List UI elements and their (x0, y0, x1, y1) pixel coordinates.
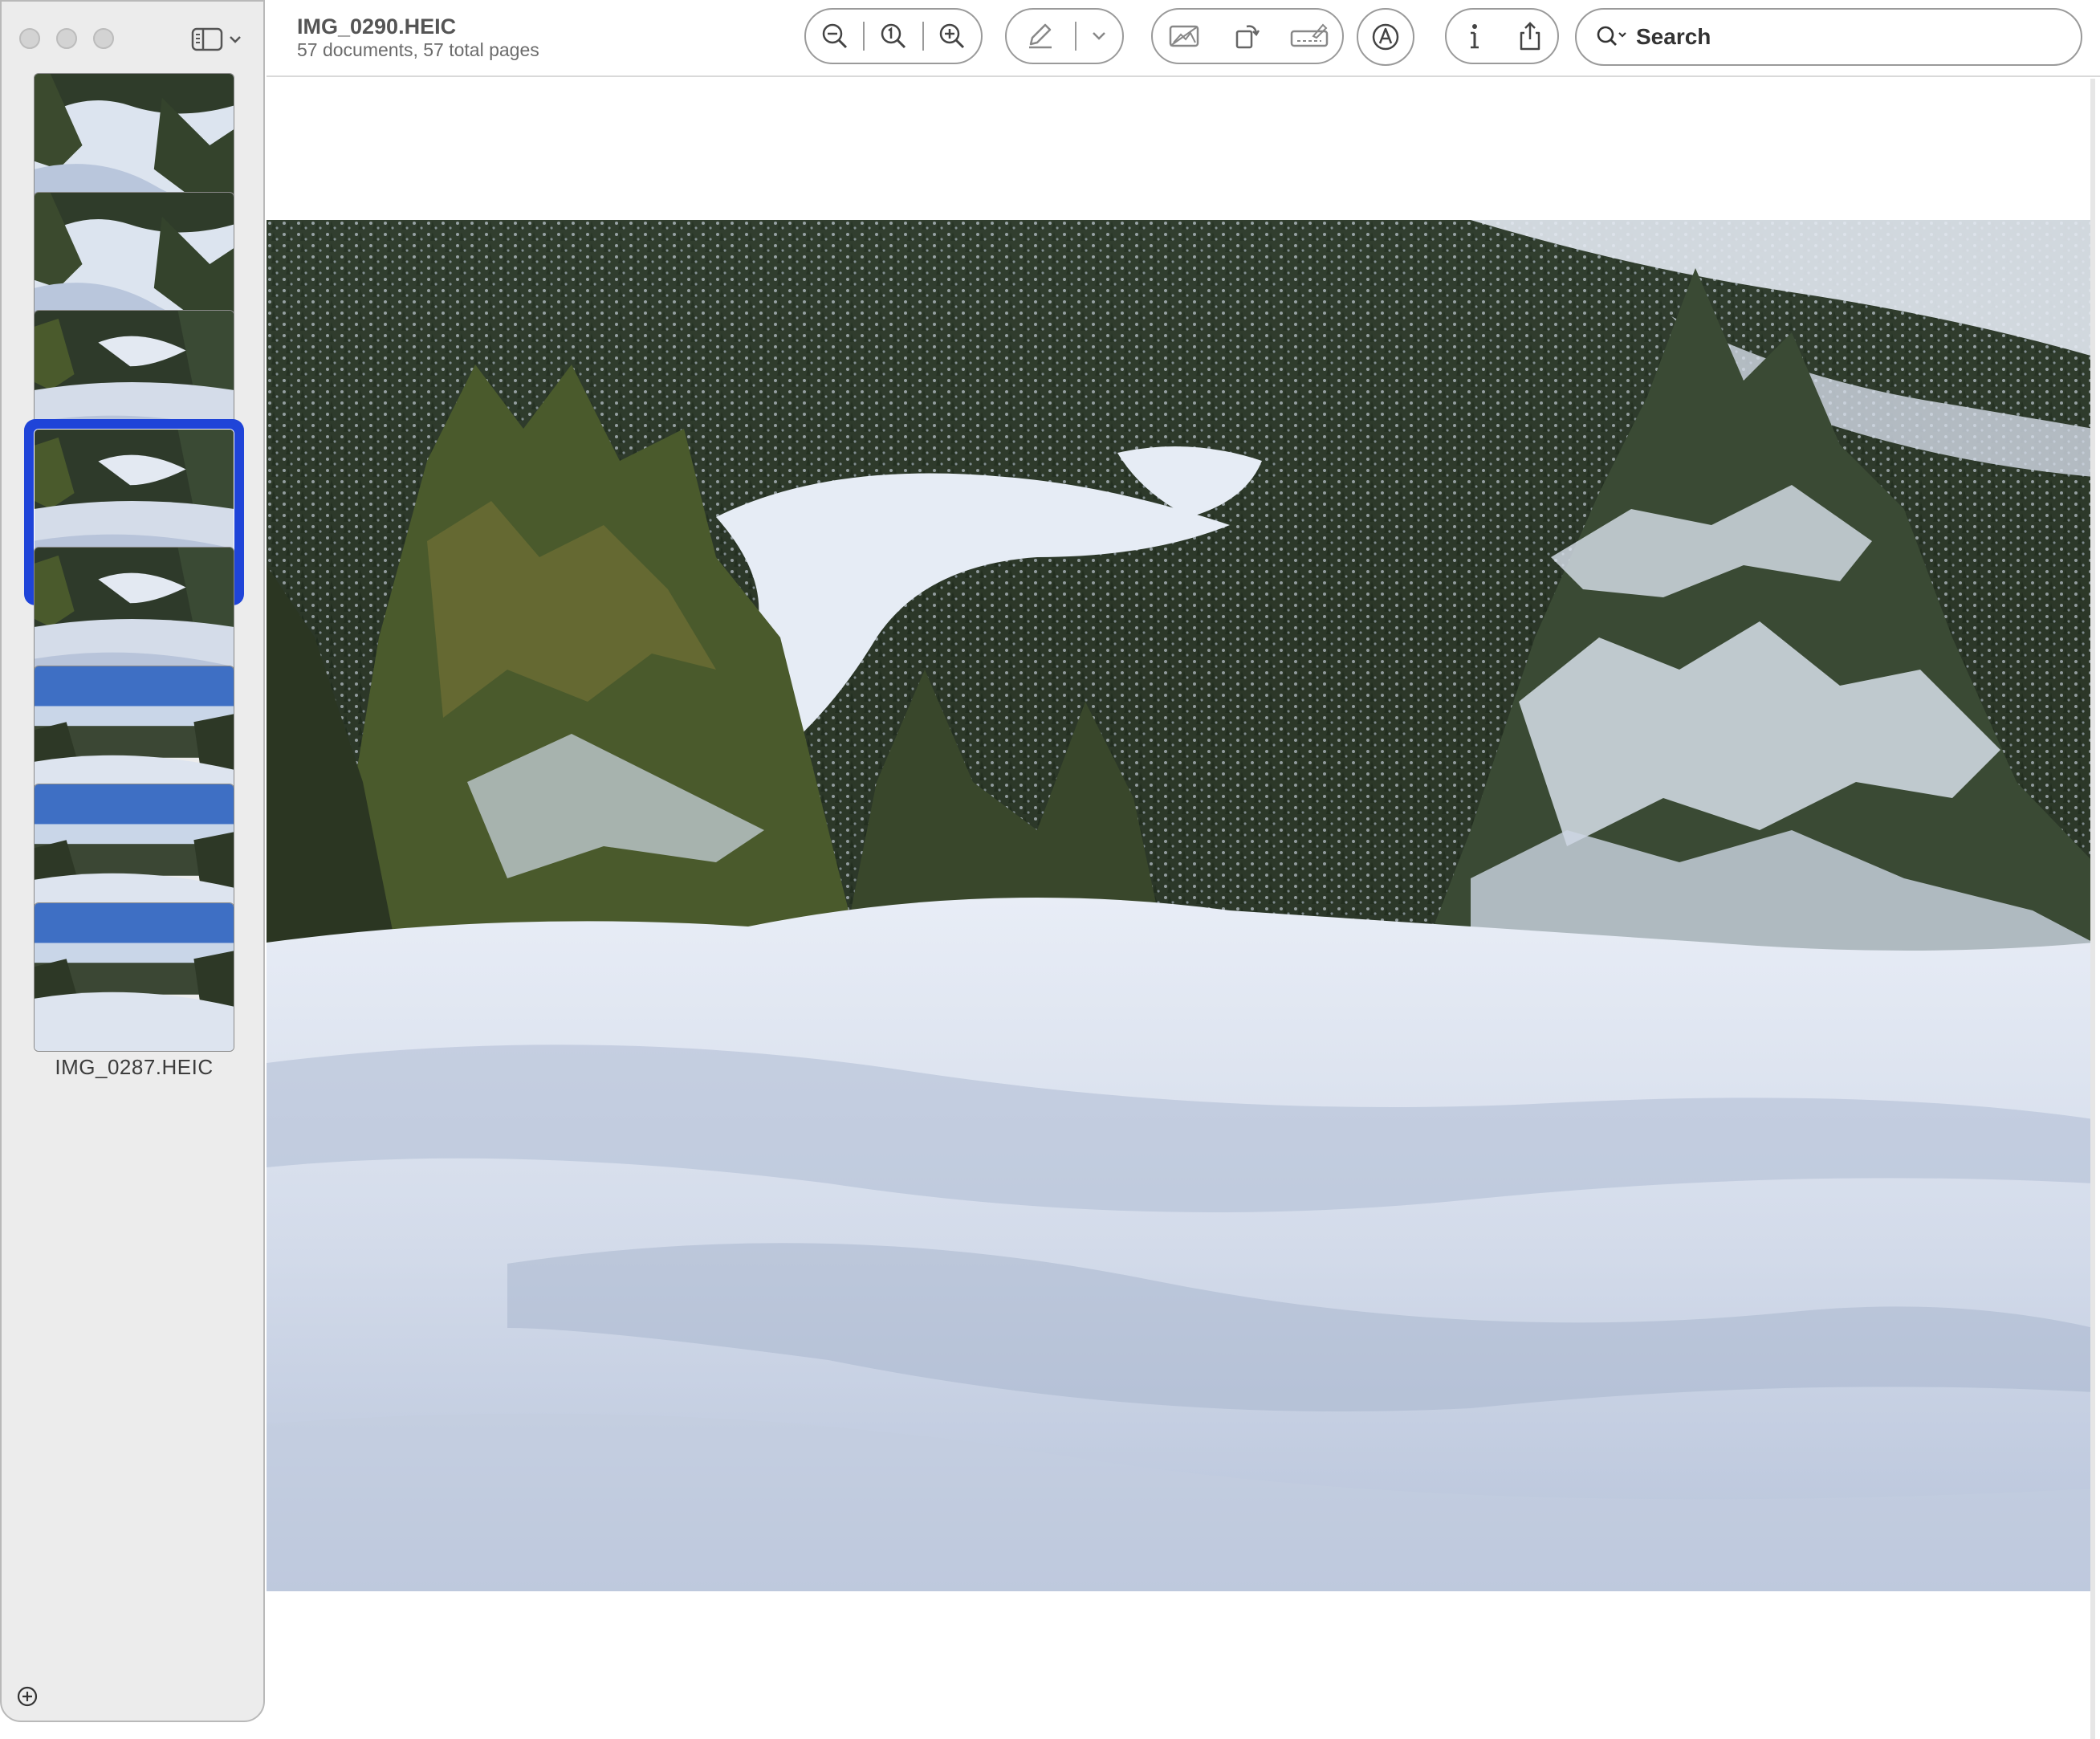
share-icon (1520, 22, 1540, 51)
sidebar-icon (191, 27, 223, 51)
add-circle-icon[interactable] (16, 1685, 39, 1708)
chevron-down-icon (230, 36, 241, 43)
markup-button[interactable] (1007, 10, 1075, 63)
close-window-button[interactable] (19, 28, 40, 49)
crop-icon (1290, 23, 1329, 47)
thumbnail-item[interactable]: IMG_0287.HEIC (24, 893, 244, 1079)
minimize-window-button[interactable] (56, 28, 77, 49)
actual-size-button[interactable] (865, 10, 922, 63)
annotate-button[interactable] (1357, 8, 1414, 66)
search-input[interactable] (1636, 24, 2053, 50)
crop-button[interactable] (1278, 10, 1341, 63)
share-button[interactable] (1502, 10, 1557, 63)
adjust-color-icon (1169, 25, 1199, 47)
sidebar: IMG_0291.HEICIMG_0292.HEICIMG_0289.HEICI… (0, 0, 265, 1722)
rotate-button[interactable] (1215, 10, 1278, 63)
zoom-controls (804, 8, 983, 64)
zoom-out-icon (822, 23, 847, 49)
thumbnail-image (34, 902, 234, 1052)
search-field[interactable] (1575, 8, 2082, 66)
document-subtitle: 57 documents, 57 total pages (297, 39, 539, 60)
info-button[interactable] (1447, 10, 1502, 63)
zoom-window-button[interactable] (93, 28, 114, 49)
sidebar-view-button[interactable] (191, 24, 249, 55)
document-title: IMG_0290.HEIC (297, 14, 457, 39)
search-icon (1597, 26, 1626, 46)
preview-window: IMG_0291.HEICIMG_0292.HEICIMG_0289.HEICI… (0, 0, 2100, 1739)
image-viewer[interactable] (267, 79, 2100, 1739)
toolbar: IMG_0290.HEIC 57 documents, 57 total pag… (267, 0, 2100, 77)
chevron-down-icon (1093, 32, 1106, 40)
zoom-in-icon (940, 23, 965, 49)
adjust-color-button[interactable] (1153, 10, 1215, 63)
snow-slope-photo (267, 220, 2094, 1591)
zoom-in-button[interactable] (924, 10, 981, 63)
main-photo (267, 220, 2094, 1591)
thumbnail-label: IMG_0287.HEIC (55, 1054, 214, 1079)
scrollbar[interactable] (2090, 79, 2095, 1739)
markup-options-button[interactable] (1076, 10, 1122, 63)
info-icon (1470, 24, 1479, 49)
info-share-controls (1445, 8, 1559, 64)
pencil-icon (1029, 23, 1052, 49)
edit-controls (1151, 8, 1344, 64)
zoom-out-button[interactable] (806, 10, 863, 63)
markup-controls (1005, 8, 1124, 64)
markup-circle-icon (1372, 23, 1399, 51)
actual-size-icon (881, 23, 906, 49)
rotate-icon (1235, 25, 1260, 49)
